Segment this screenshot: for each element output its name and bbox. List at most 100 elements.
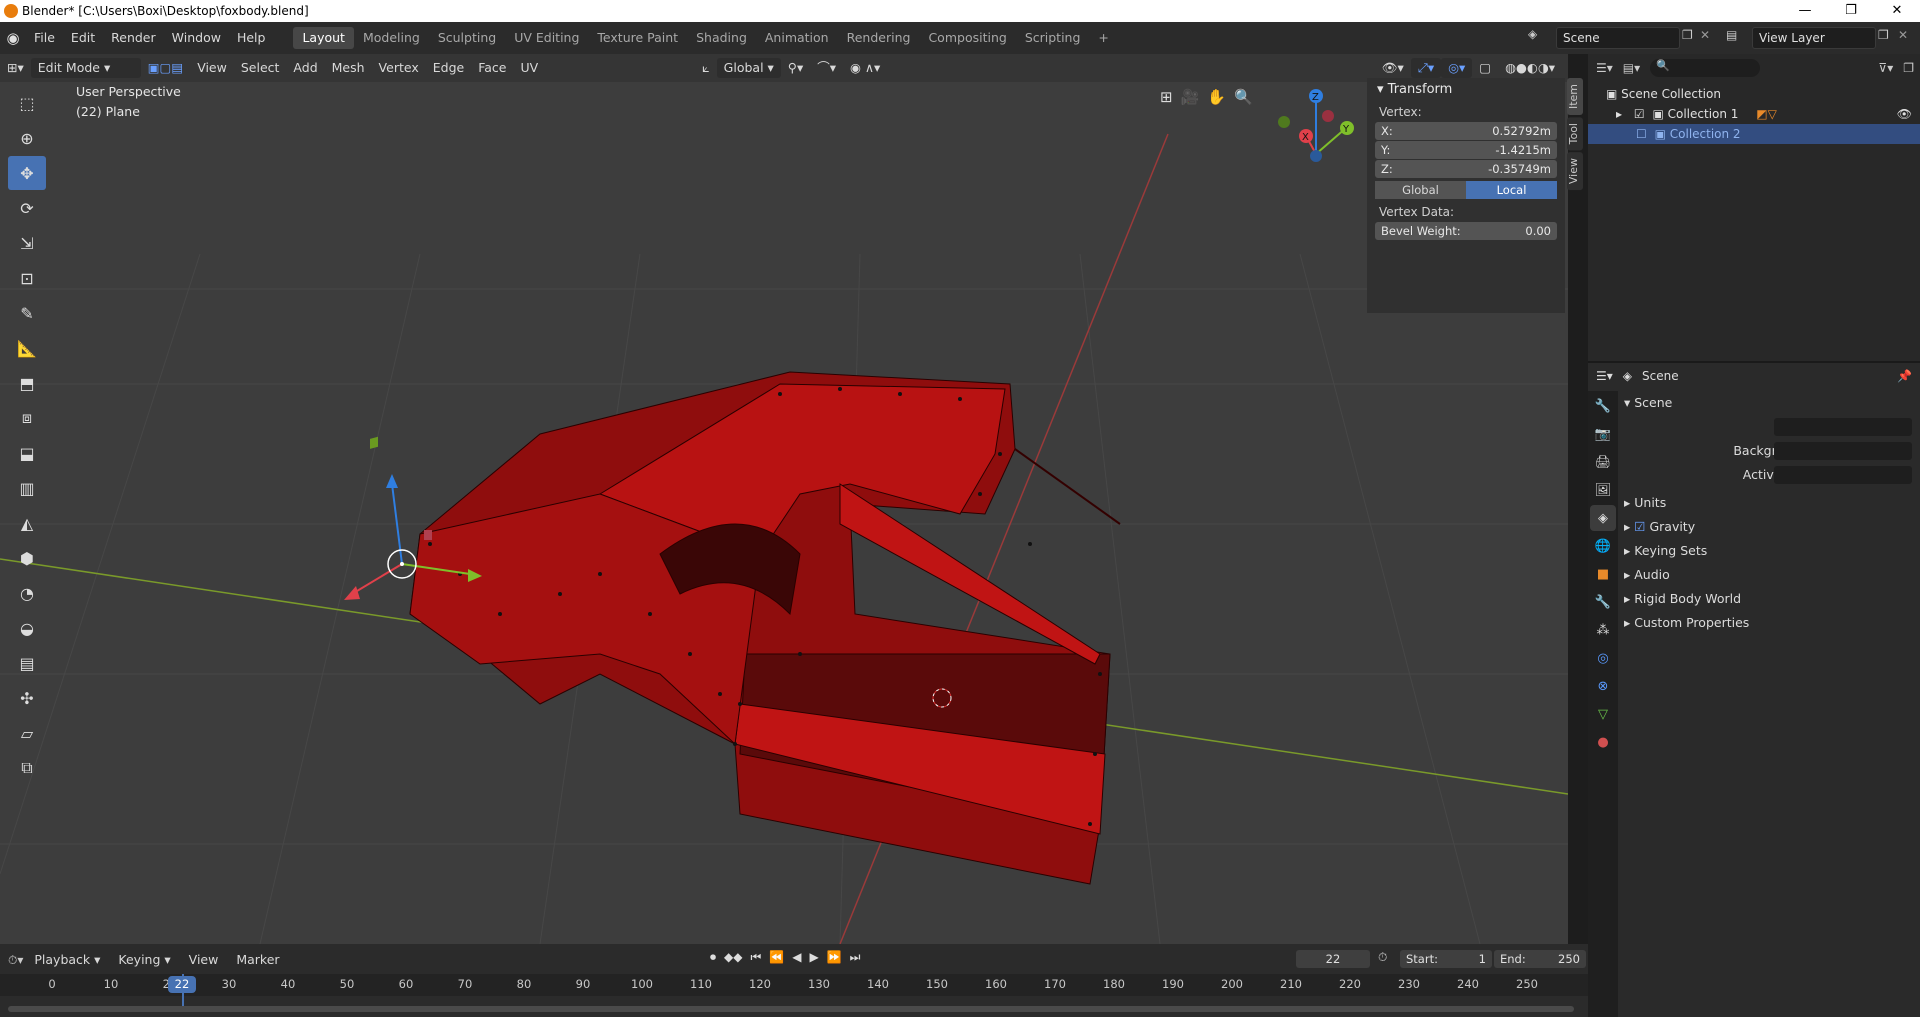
menu-edge[interactable]: Edge	[426, 58, 471, 78]
delete-view-layer-icon[interactable]: ✕	[1898, 28, 1908, 42]
inset-icon[interactable]: ⧈	[8, 401, 46, 435]
prev-keyframe-icon[interactable]: ⏪	[769, 950, 784, 965]
jump-start-icon[interactable]: ⏮	[750, 950, 761, 965]
tab-uv-editing[interactable]: UV Editing	[505, 27, 588, 49]
camera-view-icon[interactable]: 🎥	[1181, 88, 1200, 106]
physics-tab-icon[interactable]: ◎	[1590, 645, 1616, 671]
menu-keying[interactable]: Keying ▾	[111, 950, 177, 970]
rigid-body-world-panel[interactable]: ▸ Rigid Body World	[1624, 587, 1741, 611]
toggle-grid-icon[interactable]: ⊞	[1160, 88, 1173, 106]
view-layer-tab-icon[interactable]: 🖼	[1590, 477, 1616, 503]
menu-render[interactable]: Render	[103, 27, 164, 49]
tab-view[interactable]: View	[1567, 152, 1583, 191]
loop-cut-icon[interactable]: ▥	[8, 471, 46, 505]
tab-item[interactable]: Item	[1567, 78, 1583, 116]
bevel-icon[interactable]: ⬓	[8, 436, 46, 470]
preview-range-icon[interactable]: ⏱	[1378, 950, 1387, 965]
keying-sets-panel[interactable]: ▸ Keying Sets	[1624, 539, 1707, 563]
custom-properties-panel[interactable]: ▸ Custom Properties	[1624, 611, 1749, 635]
data-tab-icon[interactable]: ▽	[1590, 701, 1616, 727]
background-scene-field[interactable]	[1774, 442, 1912, 460]
jump-end-icon[interactable]: ⏭	[850, 950, 861, 965]
gravity-checkbox[interactable]: ☑	[1634, 519, 1645, 534]
extrude-icon[interactable]: ⬒	[8, 366, 46, 400]
xray-icon[interactable]: ▢	[1472, 58, 1498, 78]
scene-tab-icon[interactable]: ◈	[1590, 505, 1616, 531]
units-panel[interactable]: ▸ Units	[1624, 491, 1666, 515]
foxbody-mesh[interactable]	[409, 371, 1121, 885]
menu-timeline-view[interactable]: View	[182, 950, 226, 970]
play-reverse-icon[interactable]: ◀	[792, 950, 801, 965]
world-tab-icon[interactable]: 🌐	[1590, 533, 1616, 559]
menu-view[interactable]: View	[190, 58, 234, 78]
scene-selector[interactable]: Scene	[1556, 27, 1680, 49]
spin-icon[interactable]: ◔	[8, 576, 46, 610]
vertex-x-field[interactable]: X: 0.52792m	[1375, 122, 1557, 140]
current-frame-field[interactable]: 22	[1296, 950, 1370, 968]
collection1-row[interactable]: ▸ ☑ ▣ Collection 1 ◩▽ 👁	[1588, 104, 1920, 124]
close-button[interactable]: ✕	[1874, 0, 1920, 22]
material-tab-icon[interactable]: ●	[1590, 729, 1616, 755]
rotate-icon[interactable]: ⟳	[8, 191, 46, 225]
constraints-tab-icon[interactable]: ⊗	[1590, 673, 1616, 699]
editor-type-icon[interactable]: ⊞▾	[0, 58, 31, 78]
timeline-scrollbar[interactable]	[8, 1006, 1574, 1012]
gizmo-toggle-icon[interactable]: ⤢▾	[1410, 58, 1442, 78]
measure-icon[interactable]: 📐	[8, 331, 46, 365]
play-icon[interactable]: ▶	[809, 950, 818, 965]
view-layer-selector[interactable]: View Layer	[1752, 27, 1876, 49]
output-tab-icon[interactable]: 🖨	[1590, 449, 1616, 475]
menu-face[interactable]: Face	[471, 58, 513, 78]
menu-marker[interactable]: Marker	[229, 950, 286, 970]
poly-build-icon[interactable]: ⬢	[8, 541, 46, 575]
minimize-button[interactable]: —	[1782, 0, 1828, 22]
delete-scene-icon[interactable]: ✕	[1700, 28, 1710, 42]
gravity-panel[interactable]: ▸ ☑ Gravity	[1624, 515, 1695, 539]
frame-ruler[interactable]: 0102030405060708090100110120130140150160…	[0, 974, 1588, 1006]
end-frame-field[interactable]: End: 250	[1494, 950, 1586, 968]
menu-vertex[interactable]: Vertex	[372, 58, 426, 78]
global-button[interactable]: Global	[1375, 181, 1466, 199]
overlay-toggle-icon[interactable]: ◎▾	[1441, 58, 1473, 78]
pivot-icon[interactable]: ⚲▾	[781, 58, 810, 78]
camera-field[interactable]	[1774, 418, 1912, 436]
transform-panel-header[interactable]: ▾ Transform	[1367, 78, 1565, 102]
object-tab-icon[interactable]: ■	[1590, 561, 1616, 587]
tab-animation[interactable]: Animation	[756, 27, 838, 49]
menu-add[interactable]: Add	[286, 58, 324, 78]
tab-sculpting[interactable]: Sculpting	[429, 27, 505, 49]
expand-arrow-icon[interactable]: ▸	[1616, 107, 1622, 121]
menu-mesh[interactable]: Mesh	[325, 58, 372, 78]
filter-icon[interactable]: ⊽▾	[1878, 61, 1893, 75]
vertex-z-field[interactable]: Z: -0.35749m	[1375, 160, 1557, 178]
new-view-layer-icon[interactable]: ❐	[1878, 28, 1889, 42]
local-button[interactable]: Local	[1466, 181, 1557, 199]
display-mode-icon[interactable]: ▤▾	[1623, 61, 1640, 75]
scale-icon[interactable]: ⇲	[8, 226, 46, 260]
tab-modeling[interactable]: Modeling	[354, 27, 429, 49]
navigation-gizmo[interactable]: Z Y X	[1278, 89, 1354, 162]
select-box-icon[interactable]: ⬚	[8, 86, 46, 120]
new-scene-icon[interactable]: ❐	[1682, 28, 1693, 42]
blender-menu-icon[interactable]: ◉	[0, 29, 26, 47]
timeline-editor-icon[interactable]: ⏱▾	[8, 953, 23, 968]
scene-collection-row[interactable]: ▣ Scene Collection	[1588, 84, 1920, 104]
outliner-editor-icon[interactable]: ☰▾	[1596, 61, 1613, 75]
annotate-icon[interactable]: ✎	[8, 296, 46, 330]
menu-file[interactable]: File	[26, 27, 63, 49]
menu-select[interactable]: Select	[234, 58, 287, 78]
vertex-y-field[interactable]: Y: -1.4215m	[1375, 141, 1557, 159]
move-icon[interactable]: ✥	[8, 156, 46, 190]
outliner-search-icon[interactable]: 🔍	[1650, 59, 1761, 77]
properties-editor-icon[interactable]: ☰▾	[1596, 369, 1613, 383]
audio-panel[interactable]: ▸ Audio	[1624, 563, 1670, 587]
new-collection-icon[interactable]: ❐	[1903, 61, 1914, 75]
menu-edit[interactable]: Edit	[63, 27, 103, 49]
playhead[interactable]: 22	[168, 976, 196, 993]
tab-rendering[interactable]: Rendering	[838, 27, 920, 49]
edge-slide-icon[interactable]: ▤	[8, 646, 46, 680]
menu-uv[interactable]: UV	[513, 58, 545, 78]
visibility-eye-icon[interactable]: 👁	[1897, 104, 1912, 124]
shear-icon[interactable]: ▱	[8, 716, 46, 750]
modifier-tab-icon[interactable]: 🔧	[1590, 589, 1616, 615]
